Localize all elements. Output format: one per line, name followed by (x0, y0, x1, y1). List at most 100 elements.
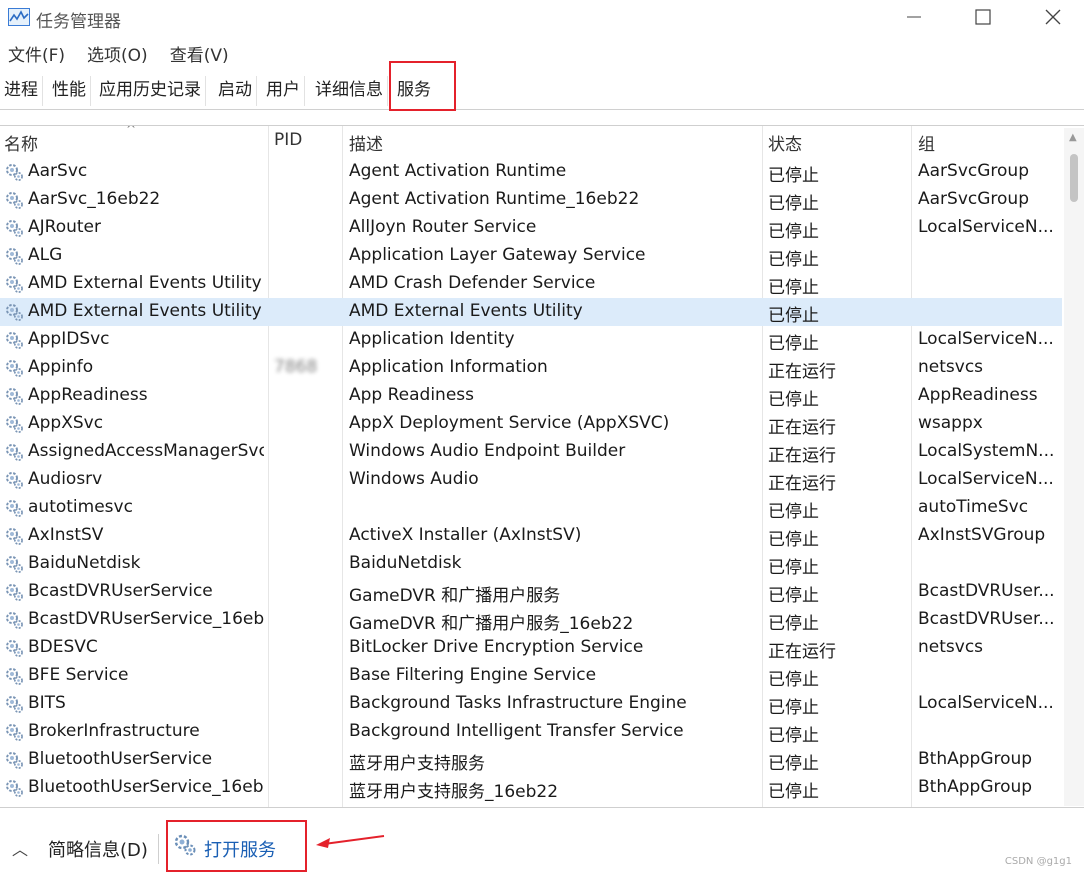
table-row[interactable]: AppReadiness App Readiness 已停止 AppReadiness (0, 382, 1062, 410)
tab-startup[interactable]: 启动 (214, 76, 257, 106)
table-row[interactable]: BaiduNetdisk BaiduNetdisk 已停止 (0, 550, 1062, 578)
cell-pid: 7868 (274, 357, 318, 377)
watermark: CSDN @g1g1 (1004, 856, 1072, 867)
cell-name: BcastDVRUserService (28, 581, 213, 601)
cell-name: BluetoothUserService_16eb22 (28, 777, 264, 797)
menu-view[interactable]: 查看(V) (162, 38, 237, 68)
tab-processes[interactable]: 进程 (0, 76, 43, 106)
service-gear-icon (6, 472, 23, 489)
menu-options[interactable]: 选项(O) (79, 38, 156, 68)
table-row[interactable]: AMD External Events Utility AMD Crash Def… (0, 270, 1062, 298)
minimize-button[interactable] (886, 0, 942, 34)
cell-name: BaiduNetdisk (28, 553, 141, 573)
table-row[interactable]: BcastDVRUserService GameDVR 和广播用户服务 已停止 Bca… (0, 578, 1062, 606)
tab-details[interactable]: 详细信息 (311, 76, 388, 106)
service-gear-icon (6, 696, 23, 713)
scroll-up-icon[interactable]: ▲ (1069, 132, 1077, 143)
table-row[interactable]: autotimesvc 已停止 autoTimeSvc (0, 494, 1062, 522)
cell-status: 已停止 (768, 278, 819, 298)
footer: ︿ 简略信息(D) 打开服务 CSDN @g1g1 (0, 812, 1084, 878)
service-gear-icon (6, 276, 23, 293)
cell-description: AppX Deployment Service (AppXSVC) (349, 413, 670, 433)
table-row[interactable]: Appinfo 7868 Application Information 正在运行 ne… (0, 354, 1062, 382)
cell-description: AMD Crash Defender Service (349, 273, 596, 293)
cell-description: Application Layer Gateway Service (349, 245, 646, 265)
tab-users[interactable]: 用户 (262, 76, 305, 106)
menu-file[interactable]: 文件(F) (0, 38, 73, 68)
column-header-status[interactable]: 状态 (768, 130, 802, 155)
cell-status: 已停止 (768, 166, 819, 186)
cell-group: wsappx (918, 413, 983, 433)
highlight-open-services (166, 820, 307, 872)
cell-description: Windows Audio (349, 469, 479, 489)
cell-status: 已停止 (768, 754, 819, 774)
cell-name: BrokerInfrastructure (28, 721, 200, 741)
column-header-pid[interactable]: PID (274, 130, 302, 150)
tab-performance[interactable]: 性能 (48, 76, 91, 106)
service-gear-icon (6, 192, 23, 209)
cell-status: 已停止 (768, 390, 819, 410)
cell-name: AssignedAccessManagerSvc (28, 441, 264, 461)
table-row[interactable]: AMD External Events Utility AMD External … (0, 298, 1062, 326)
cell-status: 已停止 (768, 586, 819, 606)
chevron-up-icon[interactable]: ︿ (12, 836, 28, 860)
service-gear-icon (6, 164, 23, 181)
service-gear-icon (6, 332, 23, 349)
service-gear-icon (6, 304, 23, 321)
cell-description: 蓝牙用户支持服务_16eb22 (349, 782, 559, 802)
cell-description: Base Filtering Engine Service (349, 665, 597, 685)
cell-description: ActiveX Installer (AxInstSV) (349, 525, 582, 545)
cell-name: ALG (28, 245, 63, 265)
cell-name: AMD External Events Utility (28, 273, 262, 293)
service-gear-icon (6, 724, 23, 741)
task-manager-icon (8, 8, 30, 26)
service-gear-icon (6, 556, 23, 573)
column-header-description[interactable]: 描述 (349, 130, 383, 155)
table-body: AarSvc Agent Activation Runtime 已停止 AarSvcG… (0, 158, 1062, 802)
table-row[interactable]: AarSvc Agent Activation Runtime 已停止 AarSvcG… (0, 158, 1062, 186)
table-row[interactable]: BFE Service Base Filtering Engine Service… (0, 662, 1062, 690)
brief-info-button[interactable]: 简略信息(D) (48, 836, 148, 862)
table-row[interactable]: BITS Background Tasks Infrastructure Engi… (0, 690, 1062, 718)
close-button[interactable] (1025, 0, 1081, 34)
cell-status: 正在运行 (768, 642, 836, 662)
table-row[interactable]: AarSvc_16eb22 Agent Activation Runtime_16… (0, 186, 1062, 214)
table-row[interactable]: AppIDSvc Application Identity 已停止 LocalServ… (0, 326, 1062, 354)
service-gear-icon (6, 752, 23, 769)
service-gear-icon (6, 220, 23, 237)
cell-group: AarSvcGroup (918, 189, 1029, 209)
table-row[interactable]: BluetoothUserService_16eb22 蓝牙用户支持服务_16eb… (0, 774, 1062, 802)
cell-description: Agent Activation Runtime (349, 161, 567, 181)
vertical-scrollbar[interactable]: ▲ (1064, 128, 1084, 806)
table-row[interactable]: BrokerInfrastructure Background Intellige… (0, 718, 1062, 746)
table-row[interactable]: AssignedAccessManagerSvc Windows Audio En… (0, 438, 1062, 466)
table-row[interactable]: BluetoothUserService 蓝牙用户支持服务 已停止 BthAppGro… (0, 746, 1062, 774)
tab-app-history[interactable]: 应用历史记录 (95, 76, 206, 106)
cell-status: 正在运行 (768, 362, 836, 382)
column-header-name[interactable]: 名称 (4, 130, 38, 155)
cell-group: AppReadiness (918, 385, 1038, 405)
menu-bar: 文件(F) 选项(O) 查看(V) (0, 38, 243, 68)
table-row[interactable]: ALG Application Layer Gateway Service 已停止 (0, 242, 1062, 270)
cell-status: 已停止 (768, 698, 819, 718)
table-row[interactable]: AppXSvc AppX Deployment Service (AppXSVC)… (0, 410, 1062, 438)
table-row[interactable]: Audiosrv Windows Audio 正在运行 LocalServiceN..… (0, 466, 1062, 494)
cell-group: LocalServiceN... (918, 693, 1054, 713)
table-row[interactable]: AJRouter AllJoyn Router Service 已停止 LocalSe… (0, 214, 1062, 242)
cell-status: 已停止 (768, 250, 819, 270)
scroll-thumb[interactable] (1070, 154, 1078, 202)
maximize-button[interactable] (955, 0, 1011, 34)
cell-status: 已停止 (768, 726, 819, 746)
column-header-group[interactable]: 组 (918, 130, 935, 155)
table-row[interactable]: BcastDVRUserService_16eb22 GameDVR 和广播用户服… (0, 606, 1062, 634)
cell-group: BcastDVRUser... (918, 609, 1055, 629)
cell-status: 已停止 (768, 306, 819, 326)
cell-name: Appinfo (28, 357, 94, 377)
table-row[interactable]: BDESVC BitLocker Drive Encryption Service… (0, 634, 1062, 662)
cell-status: 已停止 (768, 782, 819, 802)
cell-description: Background Intelligent Transfer Service (349, 721, 684, 741)
table-row[interactable]: AxInstSV ActiveX Installer (AxInstSV) 已停止 A… (0, 522, 1062, 550)
cell-name: AppIDSvc (28, 329, 110, 349)
service-gear-icon (6, 444, 23, 461)
cell-group: LocalServiceN... (918, 469, 1054, 489)
